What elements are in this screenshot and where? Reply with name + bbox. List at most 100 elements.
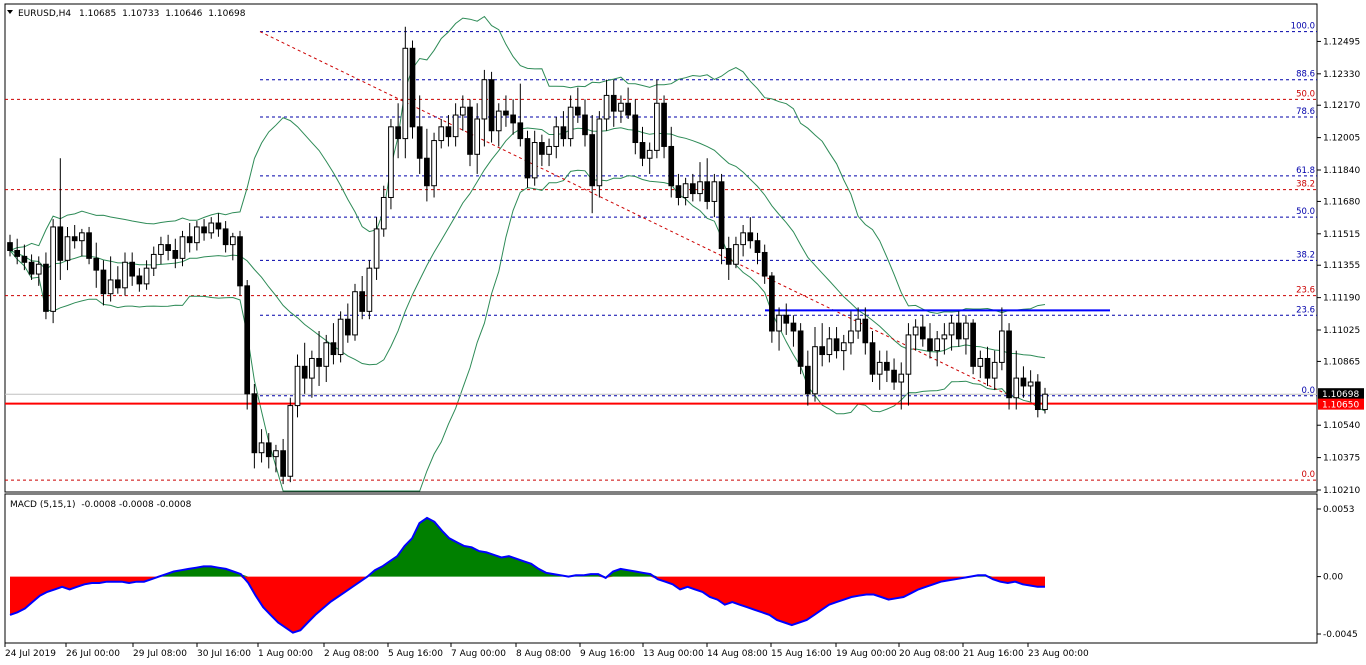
candle	[495, 103, 502, 147]
time-tick-label: 7 Aug 00:00	[451, 649, 506, 659]
fibo-blue-level-label: 78.6	[1296, 107, 1315, 117]
candle-body	[539, 142, 545, 155]
candle	[840, 334, 847, 371]
candle-body	[194, 226, 200, 244]
candle	[740, 224, 746, 257]
candle	[934, 330, 941, 367]
candle	[560, 111, 567, 147]
candle	[697, 162, 703, 202]
candle-body	[273, 450, 279, 458]
candle	[380, 185, 387, 237]
candle	[898, 362, 905, 410]
candle	[215, 213, 222, 237]
candle-body	[114, 279, 121, 289]
price-axis[interactable]: 1.12495 1.12330 1.12170 1.12005 1.11840 1.116…	[1317, 37, 1364, 640]
candle	[194, 221, 200, 251]
fibo-red-level-label: 50.0	[1296, 89, 1315, 99]
candle-body	[632, 114, 639, 144]
candle-body	[1027, 381, 1034, 387]
candle	[503, 95, 509, 127]
candle	[136, 268, 143, 292]
triangle-down-icon[interactable]	[7, 10, 13, 14]
fibo-blue-level-label: 100.0	[1291, 22, 1315, 32]
candle	[93, 242, 100, 288]
candle-body	[776, 314, 782, 332]
macd-histogram	[9, 516, 1045, 634]
candle	[689, 173, 696, 202]
candle-body	[431, 140, 437, 187]
candle-body	[344, 318, 351, 336]
candle-body	[107, 279, 114, 295]
candle	[488, 71, 495, 143]
candle-body	[93, 257, 100, 271]
time-tick-label: 23 Aug 00:00	[1028, 649, 1089, 659]
candle-body	[316, 357, 322, 367]
candle	[366, 260, 373, 320]
candle	[416, 95, 423, 174]
candle-body	[682, 183, 689, 198]
price-tick-label: 1.10210	[1323, 486, 1360, 496]
candle-body	[819, 346, 826, 356]
candle-body	[402, 47, 409, 140]
fibo-trend-line[interactable]	[259, 31, 1011, 397]
macd-tick-label: -0.0045	[1323, 630, 1358, 640]
candle	[596, 111, 603, 198]
open-price: 1.10685	[79, 9, 116, 19]
candle-body	[689, 183, 696, 195]
price-tick-label: 1.11680	[1323, 197, 1360, 207]
candle-body	[388, 126, 394, 198]
time-tick-label: 20 Aug 08:00	[899, 649, 960, 659]
time-axis[interactable]: 24 Jul 2019 26 Jul 00:00 29 Jul 08:00 30 Ju…	[4, 643, 1089, 659]
candle	[531, 130, 538, 186]
candle-body	[891, 369, 897, 383]
time-tick-label: 2 Aug 08:00	[324, 649, 379, 659]
chart-window[interactable]: 50.0 38.2 23.6 0.0 100.0 88.6 78.6 61.8 50.0 38.2…	[0, 0, 1366, 665]
price-tick-label: 1.12170	[1323, 101, 1360, 111]
low-price: 1.10646	[165, 9, 202, 19]
candle	[862, 307, 869, 355]
candle	[50, 219, 56, 324]
time-tick-label: 13 Aug 00:00	[643, 649, 704, 659]
fibonacci-levels[interactable]: 50.0 38.2 23.6 0.0 100.0 88.6 78.6 61.8 50.0 38.2…	[5, 22, 1317, 481]
candle-body	[596, 118, 603, 187]
candle-body	[725, 248, 732, 265]
candle	[804, 350, 811, 406]
candle-body	[927, 338, 933, 352]
candle-body	[589, 134, 596, 187]
candle	[237, 230, 243, 296]
candle	[258, 429, 265, 463]
macd-indicator-name: MACD (5,15,1)	[10, 500, 76, 510]
candle-body	[237, 236, 243, 287]
time-tick-label: 8 Aug 08:00	[516, 649, 571, 659]
candle	[999, 307, 1005, 371]
candle-body	[309, 357, 315, 379]
time-tick-label: 15 Aug 16:00	[771, 649, 832, 659]
candle-body	[467, 106, 473, 155]
candle-body	[610, 94, 617, 112]
candle	[186, 223, 193, 253]
candle	[826, 327, 833, 363]
price-tick-label: 1.11355	[1323, 261, 1360, 271]
candle	[661, 95, 667, 159]
candle-body	[21, 255, 28, 263]
candle-body	[71, 236, 78, 242]
candle-body	[898, 373, 905, 383]
candle-body	[991, 361, 998, 379]
candle	[963, 315, 969, 355]
close-price: 1.10698	[208, 9, 245, 19]
candle	[344, 303, 351, 343]
chart-svg[interactable]: 50.0 38.2 23.6 0.0 100.0 88.6 78.6 61.8 50.0 38.2…	[0, 0, 1366, 665]
candle-body	[474, 118, 481, 155]
candle	[265, 433, 272, 469]
candle-body	[265, 442, 272, 458]
price-tick-label: 1.11190	[1323, 294, 1360, 304]
candle-body	[28, 261, 35, 275]
candle	[603, 79, 610, 131]
candle-body	[912, 326, 919, 336]
candle-body	[136, 275, 143, 285]
candle	[539, 134, 545, 167]
candle	[409, 40, 416, 139]
candle-body	[495, 110, 502, 132]
candle-body	[86, 232, 92, 259]
candle	[524, 130, 531, 188]
